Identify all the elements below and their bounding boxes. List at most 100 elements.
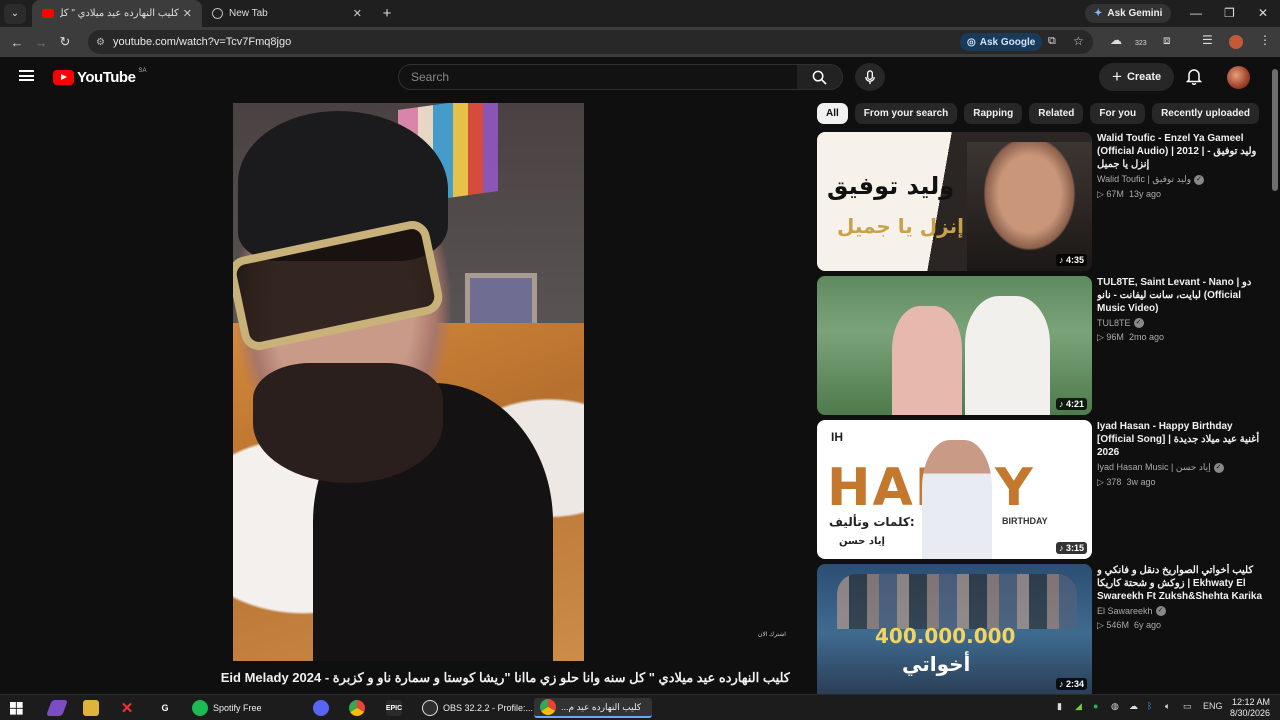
file-explorer-icon[interactable]	[83, 700, 99, 716]
extension-icon[interactable]: ☁	[1110, 33, 1122, 47]
feather-app-icon[interactable]	[46, 700, 68, 716]
chrome-icon[interactable]	[349, 700, 365, 716]
filter-chips: All From your search Rapping Related For…	[817, 103, 1259, 124]
recommended-video[interactable]: 400.000.000 أخواتي ♪ 2:34 كليب أخواتي ال…	[817, 564, 1267, 694]
extension-badge[interactable]: 323	[1135, 40, 1147, 47]
reading-list-icon[interactable]: ☰	[1202, 33, 1213, 47]
search-button[interactable]	[797, 64, 843, 90]
usb-tray-icon[interactable]: ▮	[1057, 701, 1062, 712]
search-input[interactable]: Search	[398, 64, 798, 90]
address-bar[interactable]: ⚙ youtube.com/watch?v=Tcv7Fmq8jgo ◎ Ask …	[88, 30, 1093, 54]
minimize-icon[interactable]: —	[1190, 6, 1202, 20]
video-thumbnail[interactable]: 400.000.000 أخواتي ♪ 2:34	[817, 564, 1092, 694]
youtube-header: YouTube SA Search + Create	[0, 57, 1270, 97]
g-app-icon[interactable]: G	[157, 700, 173, 716]
video-title-link[interactable]: Iyad Hasan - Happy Birthday [Official So…	[1097, 420, 1265, 459]
chip-for-you[interactable]: For you	[1090, 103, 1146, 124]
tab-search-button[interactable]: ⌄	[4, 3, 26, 24]
ask-gemini-label: Ask Gemini	[1107, 8, 1163, 19]
verified-check-icon: ✓	[1194, 174, 1205, 185]
recommended-video[interactable]: وليد توفيق إنزل يا جميل ♪ 4:35 Walid Tou…	[817, 132, 1267, 272]
tab-youtube[interactable]: كليب النهارده عيد ميلادي " كل سنة ✕	[32, 0, 202, 27]
channel-name-text: Walid Toufic | وليد توفيق	[1097, 174, 1192, 184]
recommended-video[interactable]: IH HAPPY BIRTHDAY كلمات وتأليف: إياد حسن…	[817, 420, 1267, 560]
back-icon[interactable]: ←	[5, 35, 29, 50]
chip-recently-uploaded[interactable]: Recently uploaded	[1152, 103, 1259, 124]
search-placeholder: Search	[411, 70, 450, 84]
windows-logo-icon	[10, 701, 23, 715]
video-title-link[interactable]: TUL8TE, Saint Levant - Nano | دو لبايت، …	[1097, 276, 1265, 315]
notifications-bell-icon[interactable]	[1186, 68, 1202, 85]
install-app-icon[interactable]: ⧉	[1048, 35, 1056, 48]
video-thumbnail[interactable]: IH HAPPY BIRTHDAY كلمات وتأليف: إياد حسن…	[817, 420, 1092, 559]
volume-tray-icon[interactable]: 🔈︎	[1165, 701, 1170, 712]
video-thumbnail[interactable]: وليد توفيق إنزل يا جميل ♪ 4:35	[817, 132, 1092, 271]
profile-avatar-icon[interactable]	[1229, 35, 1243, 49]
ask-google-button[interactable]: ◎ Ask Google	[960, 33, 1043, 51]
chip-from-your-search[interactable]: From your search	[854, 103, 958, 124]
channel-name[interactable]: Iyad Hasan Music | إياد حسن ✓	[1097, 462, 1265, 473]
new-tab-button[interactable]: +	[376, 5, 398, 22]
music-note-icon: ♪	[1058, 255, 1066, 265]
chip-rapping[interactable]: Rapping	[964, 103, 1023, 124]
youtube-logo[interactable]: YouTube SA	[53, 68, 146, 86]
page-scrollbar[interactable]	[1270, 57, 1280, 694]
thumbnail-text: إياد حسن	[839, 536, 885, 547]
navigation-bar: ← → ↻ ⚙ youtube.com/watch?v=Tcv7Fmq8jgo …	[0, 27, 1280, 57]
taskbar-app-obs[interactable]: OBS 32.2.2 - Profile:...	[416, 698, 539, 718]
network-tray-icon[interactable]: ▭	[1183, 701, 1192, 712]
upload-age: 3w ago	[1126, 477, 1156, 487]
close-tab-icon[interactable]: ✕	[183, 7, 192, 20]
channel-name-text: TUL8TE	[1097, 318, 1131, 328]
extensions-puzzle-icon[interactable]: ⧈	[1163, 33, 1171, 48]
channel-name[interactable]: El Sawareekh ✓	[1097, 606, 1265, 616]
create-button[interactable]: + Create	[1099, 63, 1175, 91]
voice-search-button[interactable]	[855, 63, 885, 91]
chip-related[interactable]: Related	[1029, 103, 1084, 124]
thumbnail-group	[837, 574, 1077, 629]
ask-gemini-button[interactable]: ✦ Ask Gemini	[1085, 4, 1172, 23]
chrome-menu-icon[interactable]: ⋮	[1259, 33, 1271, 47]
recommended-video[interactable]: ♪ 4:21 TUL8TE, Saint Levant - Nano | دو …	[817, 276, 1267, 416]
subscribe-watermark[interactable]: اشترك الان	[758, 631, 786, 638]
epic-games-icon[interactable]: EPIC	[386, 700, 402, 716]
view-count: 546M	[1106, 620, 1129, 630]
windows-start-icon[interactable]	[10, 698, 23, 718]
language-indicator[interactable]: ENG	[1203, 701, 1223, 711]
taskbar-app-chrome-window[interactable]: كليب النهارده عيد م...	[534, 698, 652, 718]
close-window-icon[interactable]: ✕	[1258, 6, 1268, 20]
taskbar-clock[interactable]: 12:12 AM 8/30/2026	[1230, 697, 1270, 719]
channel-name[interactable]: TUL8TE ✓	[1097, 318, 1265, 328]
steam-tray-icon[interactable]: ◍	[1111, 701, 1119, 712]
youtube-favicon-icon	[42, 9, 54, 18]
thumbnail-text: أخواتي	[902, 652, 971, 676]
channel-name[interactable]: Walid Toufic | وليد توفيق ✓	[1097, 174, 1265, 185]
reload-icon[interactable]: ↻	[53, 34, 77, 50]
spotify-tray-icon[interactable]: ●	[1093, 701, 1098, 711]
red-x-app-icon[interactable]: ✕	[119, 700, 135, 717]
duration-text: 4:35	[1065, 255, 1084, 265]
obs-icon	[422, 700, 438, 716]
video-title-link[interactable]: كليب أخواتي الصواريخ دنقل و فانكي و زوكش…	[1097, 564, 1265, 603]
tab-new-tab[interactable]: New Tab ✕	[202, 0, 372, 27]
account-avatar[interactable]	[1227, 66, 1250, 89]
guide-menu-icon[interactable]	[19, 70, 34, 81]
chip-all[interactable]: All	[817, 103, 848, 124]
taskbar-app-spotify[interactable]: Spotify Free	[186, 698, 268, 718]
cloud-tray-icon[interactable]: ☁	[1129, 701, 1138, 712]
maximize-icon[interactable]: ❐	[1224, 6, 1235, 20]
close-tab-icon[interactable]: ✕	[353, 7, 362, 20]
video-player[interactable]	[233, 103, 584, 661]
bluetooth-tray-icon[interactable]: ᛒ	[1147, 701, 1152, 711]
nvidia-tray-icon[interactable]: ◢	[1075, 701, 1082, 712]
video-thumbnail[interactable]: ♪ 4:21	[817, 276, 1092, 415]
scrollbar-thumb[interactable]	[1272, 69, 1278, 191]
video-meta: كليب أخواتي الصواريخ دنقل و فانكي و زوكش…	[1097, 564, 1265, 631]
bookmark-star-icon[interactable]: ☆	[1073, 34, 1084, 48]
create-label: Create	[1126, 71, 1162, 83]
forward-icon[interactable]: →	[29, 35, 53, 50]
video-title-link[interactable]: Walid Toufic - Enzel Ya Gameel (Official…	[1097, 132, 1265, 171]
google-lens-icon: ◎	[967, 36, 976, 48]
discord-icon[interactable]	[313, 700, 329, 716]
site-info-icon[interactable]: ⚙	[96, 37, 105, 48]
